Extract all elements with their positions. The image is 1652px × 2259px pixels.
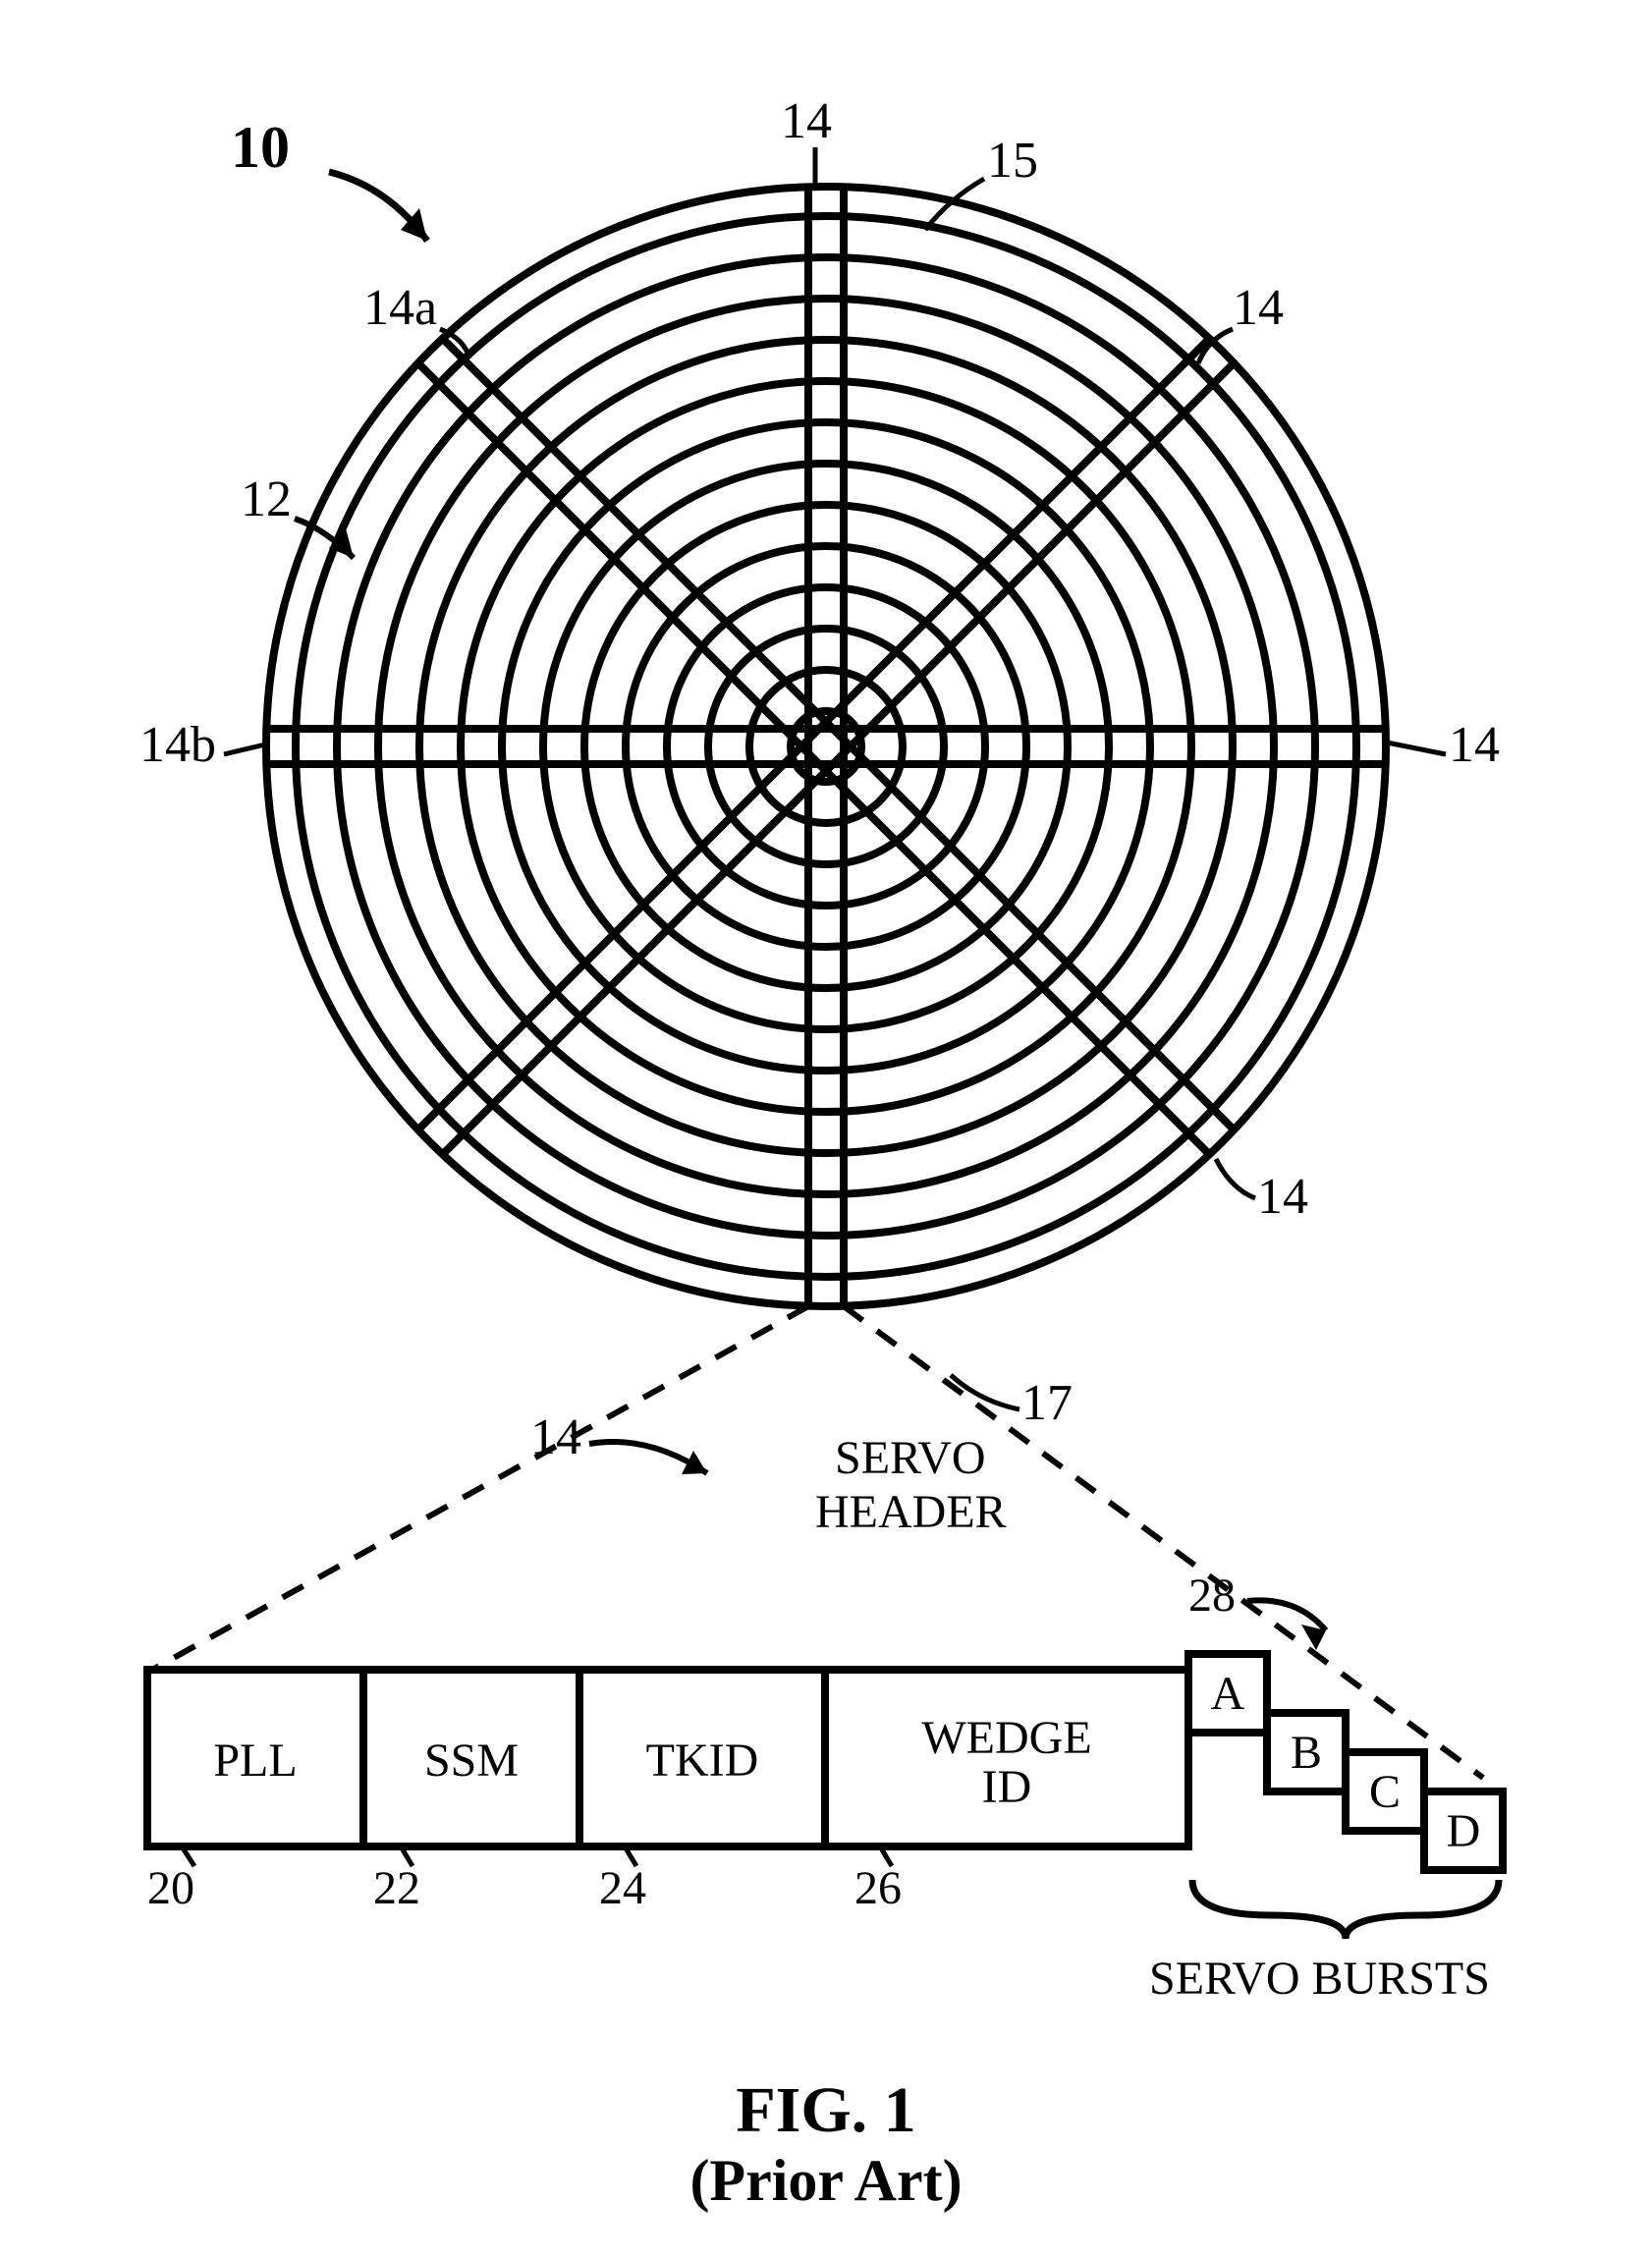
- burst-d: D: [1447, 1805, 1481, 1857]
- label-tr-14: 14: [1233, 280, 1284, 336]
- servo-bursts-label: SERVO BURSTS: [1149, 1953, 1490, 2005]
- servo-header-label-line2: HEADER: [815, 1486, 1007, 1538]
- servo-header-label-line1: SERVO: [835, 1432, 986, 1484]
- servo-spokes: [266, 187, 1386, 1306]
- ref-22: 22: [373, 1862, 420, 1914]
- burst-b: B: [1291, 1727, 1322, 1779]
- patent-figure: 10 14 15 14a 14 12 14b 14 14 14 17: [0, 0, 1652, 2259]
- label-17: 17: [1021, 1375, 1073, 1431]
- label-top-14: 14: [781, 93, 832, 149]
- figure-ref-10: 10: [231, 115, 290, 180]
- field-pll: PLL: [213, 1735, 297, 1787]
- label-12: 12: [241, 471, 292, 527]
- label-r-14: 14: [1449, 717, 1500, 773]
- figure-caption: FIG. 1 (Prior Art): [689, 2074, 962, 2213]
- label-14b: 14b: [139, 717, 216, 773]
- label-15: 15: [987, 133, 1038, 189]
- ref-24: 24: [599, 1862, 646, 1914]
- caption-line1: FIG. 1: [736, 2074, 915, 2146]
- disk-diagram: [266, 187, 1386, 1306]
- field-tkid: TKID: [646, 1735, 759, 1787]
- ref-20: 20: [147, 1862, 194, 1914]
- burst-a: A: [1211, 1668, 1245, 1720]
- field-ssm: SSM: [424, 1735, 519, 1787]
- caption-line2: (Prior Art): [689, 2148, 962, 2213]
- label-14a: 14a: [363, 280, 437, 336]
- field-wedge1: WEDGE: [921, 1712, 1091, 1764]
- field-wedge2: ID: [982, 1761, 1032, 1813]
- label-br-14: 14: [1257, 1169, 1308, 1225]
- servo-header-detail: PLL SSM TKID WEDGE ID A B C D 20 22 24 2…: [147, 1570, 1503, 2005]
- burst-c: C: [1369, 1766, 1401, 1818]
- ref-26: 26: [854, 1862, 902, 1914]
- ref-28: 28: [1188, 1570, 1236, 1622]
- track-circles: [266, 187, 1386, 1306]
